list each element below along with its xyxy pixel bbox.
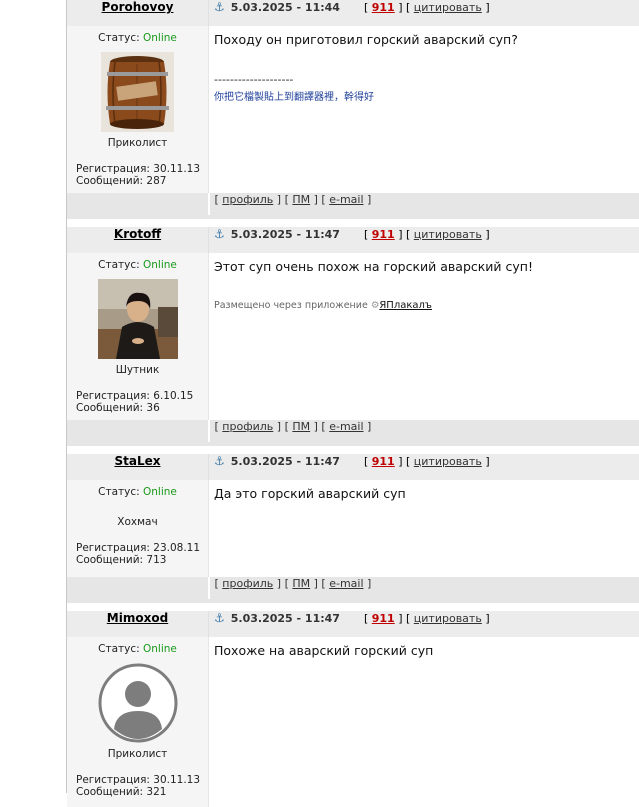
pm-link[interactable]: ПМ bbox=[292, 577, 310, 590]
post-body-row: Статус: Online Приколист Регистрация: 30… bbox=[67, 637, 639, 807]
email-link[interactable]: e-mail bbox=[329, 193, 363, 206]
signature-divider: -------------------- bbox=[214, 73, 294, 86]
post-number-link[interactable]: 911 bbox=[372, 455, 395, 468]
post-separator bbox=[67, 599, 639, 611]
user-info: Статус: Online Приколист Регистрация: 30… bbox=[67, 637, 208, 804]
profile-link[interactable]: профиль bbox=[222, 577, 273, 590]
forum-post: Mimoxod ⚓ 5.03.2025 - 11:47[ 911 ] [ цити… bbox=[67, 611, 639, 807]
user-registration: Регистрация: 30.11.13 bbox=[76, 163, 201, 175]
post-footer: [ профиль ] [ ПМ ] [ e-mail ] bbox=[67, 193, 639, 215]
post-header: StaLex ⚓ 5.03.2025 - 11:47[ 911 ] [ цитир… bbox=[67, 454, 639, 480]
user-registration: Регистрация: 6.10.15 bbox=[76, 390, 194, 402]
post-anchor-icon[interactable]: ⚓ bbox=[214, 227, 225, 241]
post-header: Mimoxod ⚓ 5.03.2025 - 11:47[ 911 ] [ цити… bbox=[67, 611, 639, 637]
profile-link[interactable]: профиль bbox=[222, 420, 273, 433]
pm-link[interactable]: ПМ bbox=[292, 420, 310, 433]
user-status: Статус: Online bbox=[98, 32, 177, 44]
email-link[interactable]: e-mail bbox=[329, 420, 363, 433]
user-post-count: Сообщений: 713 bbox=[76, 554, 167, 566]
user-rank: Приколист bbox=[107, 748, 168, 760]
post-number-link[interactable]: 911 bbox=[372, 1, 395, 14]
man-photo-avatar-icon bbox=[97, 279, 178, 359]
post-body-row: Статус: Online Шутник Регистрация: 6.10.… bbox=[67, 253, 639, 420]
post-text: Похоже на аварский горский суп bbox=[214, 643, 434, 658]
post-separator bbox=[67, 215, 639, 227]
quote-link[interactable]: цитировать bbox=[414, 455, 482, 468]
posted-via-app: Размещено через приложение ⚙ЯПлакалъ bbox=[214, 300, 432, 311]
user-rank: Приколист bbox=[107, 137, 168, 149]
forum-topic: Porohovoy ⚓ 5.03.2025 - 11:44[ 911 ] [ ци… bbox=[67, 0, 639, 807]
default-user-avatar-icon bbox=[98, 663, 177, 743]
user-status: Статус: Online bbox=[98, 259, 177, 271]
author-nick[interactable]: Mimoxod bbox=[107, 611, 168, 625]
author-nick[interactable]: Porohovoy bbox=[102, 0, 174, 14]
post-number-link[interactable]: 911 bbox=[372, 612, 395, 625]
post-text: Походу он приготовил горский аварский су… bbox=[214, 32, 518, 47]
user-rank: Хохмач bbox=[117, 516, 158, 528]
post-body-row: Статус: Online Хохмач Регистрация: 23.08… bbox=[67, 480, 639, 577]
signature-text: 你把它檔製貼上到翻譯器裡，幹得好 bbox=[214, 92, 374, 103]
user-info: Статус: Online Шутник Регистрация: 6.10.… bbox=[67, 253, 208, 420]
post-body-row: Статус: Online Приколист Регистрация: 30… bbox=[67, 26, 639, 193]
post-header: Krotoff ⚓ 5.03.2025 - 11:47[ 911 ] [ цити… bbox=[67, 227, 639, 253]
profile-link[interactable]: профиль bbox=[222, 193, 273, 206]
quote-link[interactable]: цитировать bbox=[414, 228, 482, 241]
user-post-count: Сообщений: 287 bbox=[76, 175, 167, 187]
post-date: 5.03.2025 - 11:47 bbox=[230, 455, 340, 468]
post-date: 5.03.2025 - 11:44 bbox=[230, 1, 340, 14]
post-anchor-icon[interactable]: ⚓ bbox=[214, 611, 225, 625]
user-registration: Регистрация: 30.11.13 bbox=[76, 774, 201, 786]
author-nick[interactable]: StaLex bbox=[114, 454, 160, 468]
user-info: Статус: Online Приколист Регистрация: 30… bbox=[67, 26, 208, 193]
quote-link[interactable]: цитировать bbox=[414, 1, 482, 14]
barrel-avatar-icon bbox=[101, 52, 174, 132]
user-status: Статус: Online bbox=[98, 486, 177, 498]
user-post-count: Сообщений: 321 bbox=[76, 786, 167, 798]
user-registration: Регистрация: 23.08.11 bbox=[76, 542, 201, 554]
author-nick[interactable]: Krotoff bbox=[114, 227, 161, 241]
forum-post: Porohovoy ⚓ 5.03.2025 - 11:44[ 911 ] [ ци… bbox=[67, 0, 639, 215]
app-link[interactable]: ЯПлакалъ bbox=[379, 300, 432, 311]
email-link[interactable]: e-mail bbox=[329, 577, 363, 590]
user-status: Статус: Online bbox=[98, 643, 177, 655]
post-header: Porohovoy ⚓ 5.03.2025 - 11:44[ 911 ] [ ци… bbox=[67, 0, 639, 26]
post-footer: [ профиль ] [ ПМ ] [ e-mail ] bbox=[67, 577, 639, 599]
post-separator bbox=[67, 442, 639, 454]
post-text: Этот суп очень похож на горский аварский… bbox=[214, 259, 533, 274]
user-rank: Шутник bbox=[115, 364, 160, 376]
post-date: 5.03.2025 - 11:47 bbox=[230, 612, 340, 625]
forum-post: StaLex ⚓ 5.03.2025 - 11:47[ 911 ] [ цитир… bbox=[67, 454, 639, 599]
post-text: Да это горский аварский суп bbox=[214, 486, 406, 501]
post-date: 5.03.2025 - 11:47 bbox=[230, 228, 340, 241]
user-post-count: Сообщений: 36 bbox=[76, 402, 160, 414]
quote-link[interactable]: цитировать bbox=[414, 612, 482, 625]
pm-link[interactable]: ПМ bbox=[292, 193, 310, 206]
post-anchor-icon[interactable]: ⚓ bbox=[214, 0, 225, 14]
forum-post: Krotoff ⚓ 5.03.2025 - 11:47[ 911 ] [ цити… bbox=[67, 227, 639, 442]
post-anchor-icon[interactable]: ⚓ bbox=[214, 454, 225, 468]
post-footer: [ профиль ] [ ПМ ] [ e-mail ] bbox=[67, 420, 639, 442]
post-number-link[interactable]: 911 bbox=[372, 228, 395, 241]
user-info: Статус: Online Хохмач Регистрация: 23.08… bbox=[67, 480, 208, 572]
